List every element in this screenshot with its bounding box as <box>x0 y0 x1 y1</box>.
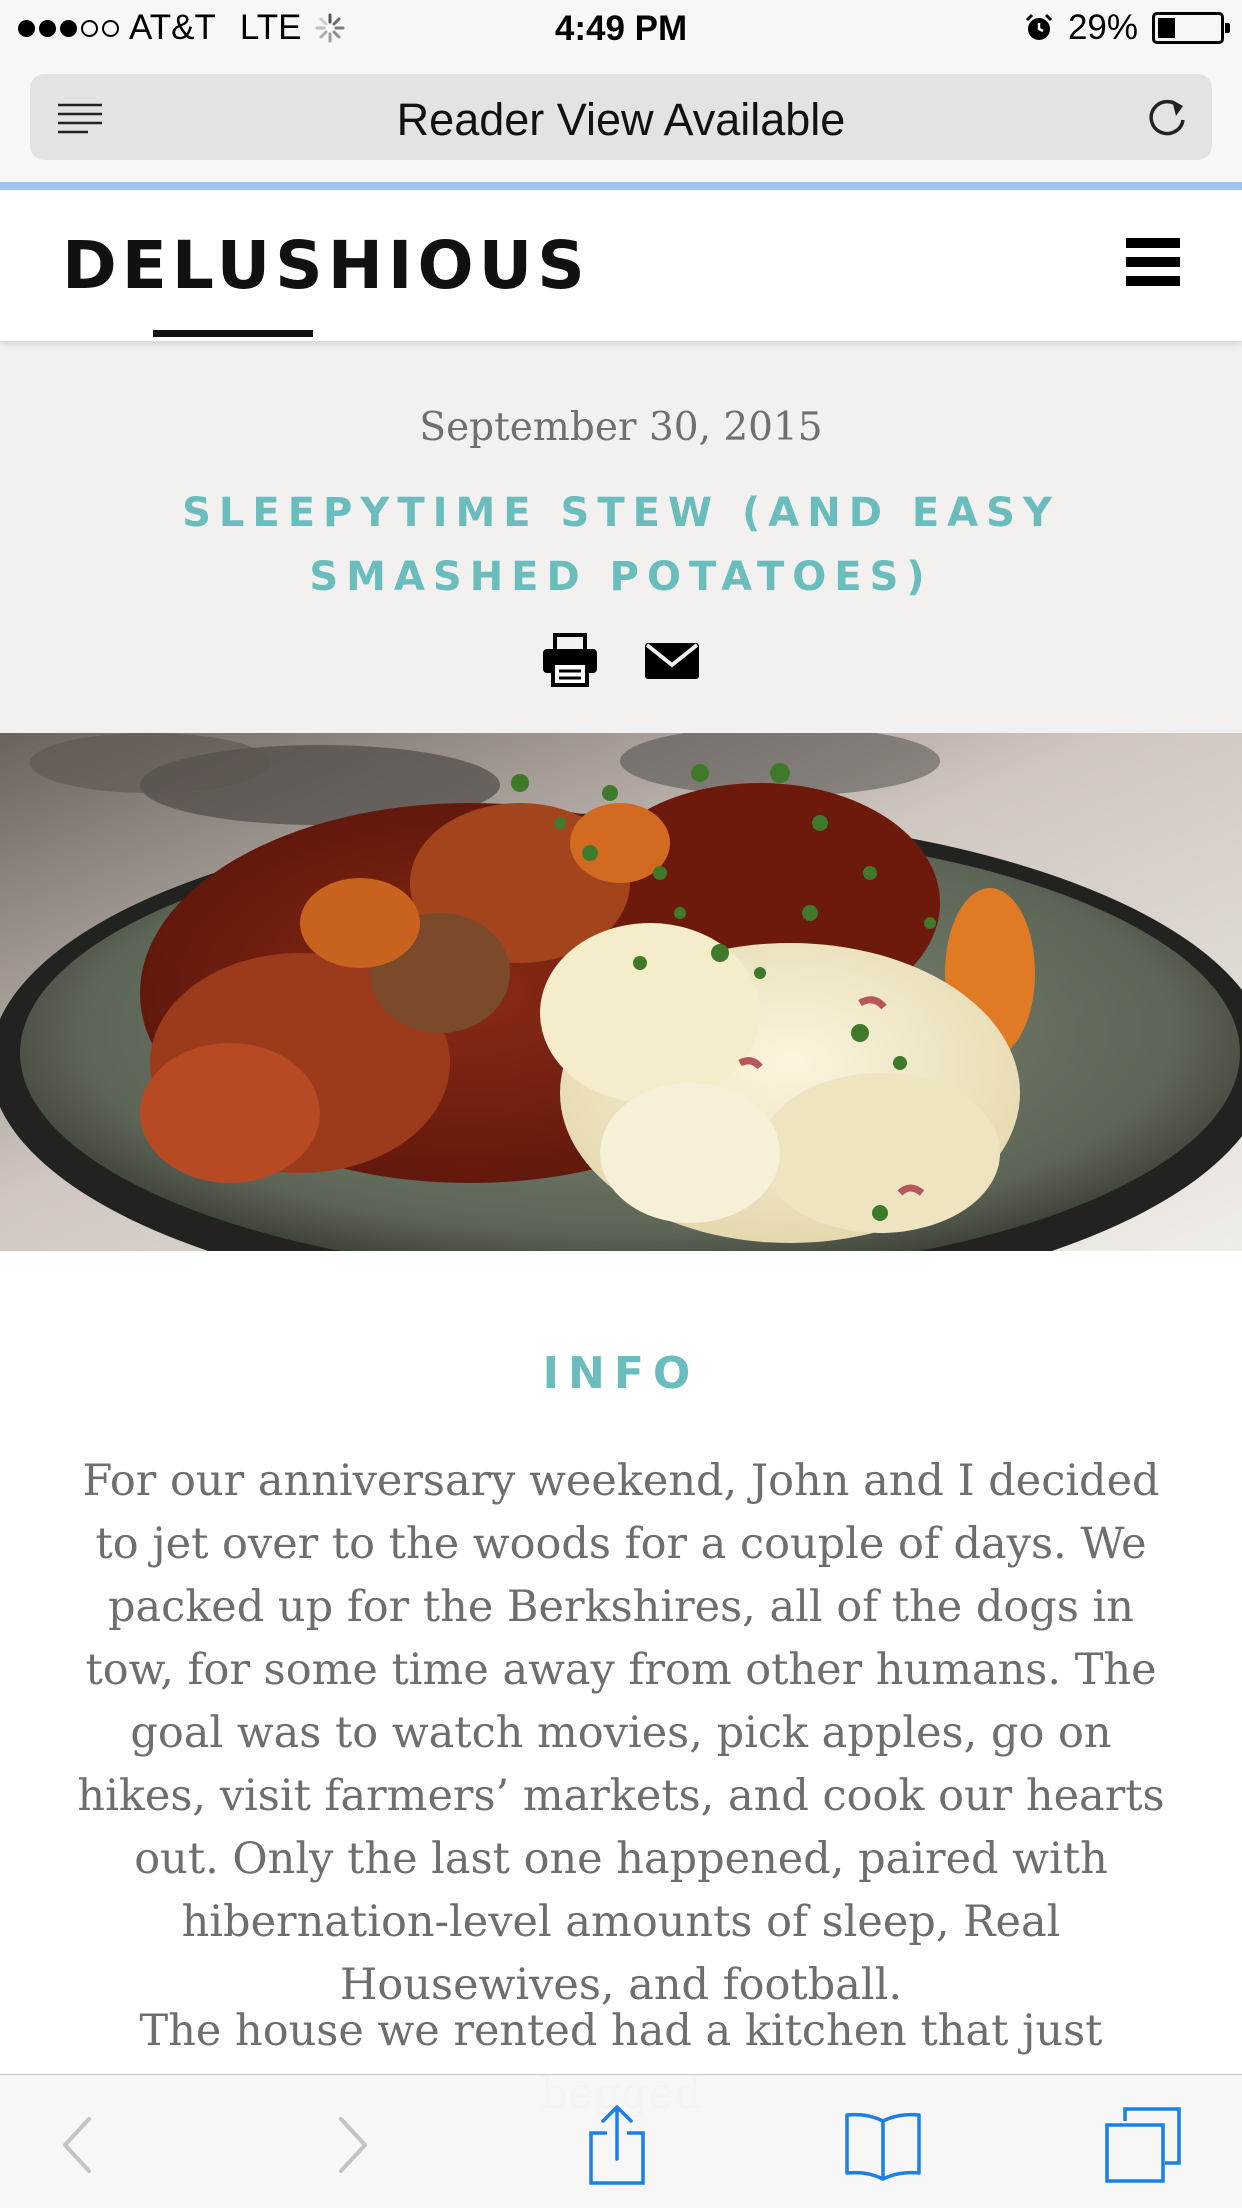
alarm-icon <box>1025 13 1052 40</box>
battery-percentage: 29% <box>1067 8 1138 47</box>
post-title: SLEEPYTIME STEW (AND EASY SMASHED POTATO… <box>182 490 1060 600</box>
site-logo[interactable]: DELUSHIOUS <box>62 227 590 337</box>
post-header: September 30, 2015 SLEEPYTIME STEW (AND … <box>0 341 1242 733</box>
reload-icon[interactable] <box>1144 94 1190 140</box>
forward-button[interactable] <box>308 2103 398 2187</box>
back-button[interactable] <box>32 2103 122 2187</box>
bookmarks-button[interactable] <box>838 2103 928 2187</box>
page-load-progress <box>0 182 1242 190</box>
logo-underline <box>153 330 313 337</box>
section-heading-info: INFO <box>542 1348 700 1399</box>
forward-icon <box>339 2117 367 2173</box>
back-icon <box>63 2117 91 2173</box>
post-date: September 30, 2015 <box>419 405 823 450</box>
tabs-icon <box>1105 2107 1181 2183</box>
share-button[interactable] <box>572 2103 662 2187</box>
address-text: Reader View Available <box>396 94 846 145</box>
bookmarks-icon <box>845 2112 921 2181</box>
menu-icon[interactable] <box>1126 238 1180 286</box>
article-paragraph: For our anniversary weekend, John and I … <box>77 1456 1165 2010</box>
print-icon[interactable] <box>541 633 599 687</box>
hero-image <box>0 733 1242 1251</box>
site-header: DELUSHIOUS <box>0 191 1242 341</box>
mail-icon[interactable] <box>643 633 701 687</box>
battery-icon <box>1152 12 1230 44</box>
address-field[interactable]: Reader View Available <box>30 74 1212 160</box>
browser-toolbar <box>0 2074 1242 2208</box>
browser-address-bar: Reader View Available <box>0 60 1242 190</box>
share-icon <box>589 2105 645 2185</box>
status-bar: AT&T LTE 4:49 PM 29% <box>0 0 1242 60</box>
stew-photo <box>0 733 1242 1251</box>
tabs-button[interactable] <box>1098 2103 1188 2187</box>
share-actions <box>0 633 1242 687</box>
